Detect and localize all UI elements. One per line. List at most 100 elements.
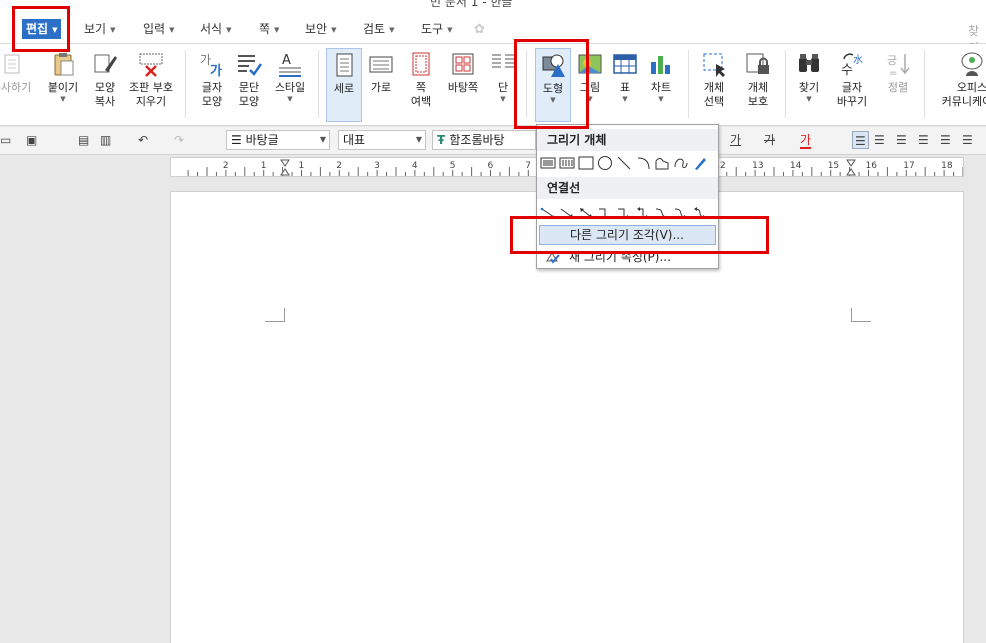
bar-chart-icon [651,56,670,74]
sort-button[interactable]: 긍 = 정렬 [880,48,916,122]
paragraph-style-icon: ☰ [231,133,246,147]
sort-icon: 긍= [887,54,910,78]
folder-icon[interactable]: ▭ [0,131,11,149]
style-button[interactable]: A 스타일 ▼ [270,48,310,122]
lock-icon [746,53,769,74]
table-button[interactable]: 표 ▼ [609,48,641,122]
menu-format[interactable]: 서식 ▼ [196,19,235,39]
portrait-page-icon [336,53,353,77]
split-align-icon[interactable]: ☰ [962,131,973,149]
binoculars-icon [799,54,819,72]
ruler-tick-label: 4 [412,161,418,171]
portrait-button[interactable]: 세로 [326,48,362,122]
curve-shape-icon[interactable] [673,155,689,171]
erase-marks-button[interactable]: 조판 부호 지우기 [124,48,178,122]
ruler-tick-label: 15 [828,161,839,171]
clipboard-icon [54,53,74,76]
style-select[interactable]: ☰ 바탕글 ▼ [226,130,330,150]
format-copy-button[interactable]: 모양 복사 [88,48,122,122]
menu-review[interactable]: 검토 ▼ [359,19,398,39]
highlight-more-shapes [510,216,769,254]
protect-object-button[interactable]: 개체 보호 [738,48,778,122]
menu-tools[interactable]: 도구 ▼ [417,19,456,39]
distribute-icon[interactable]: ☰ [940,131,951,149]
align-center-icon[interactable]: ☰ [896,131,907,149]
ruler-tick-label: 2 [223,161,229,171]
align-left-icon[interactable]: ☰ [874,131,885,149]
strikethrough-button[interactable]: 가 [764,131,775,149]
menu-page[interactable]: 쪽 ▼ [255,19,283,39]
menu-security[interactable]: 보안 ▼ [301,19,340,39]
table-icon [613,54,637,74]
ruler-tick-label: 1 [261,161,267,171]
menu-insert[interactable]: 입력 ▼ [139,19,178,39]
polygon-shape-icon[interactable] [654,155,670,171]
ruler-tick-label: 16 [866,161,878,171]
chevron-down-icon: ▼ [60,95,66,103]
ruler-tick-label: 5 [450,161,456,171]
office-communication-button[interactable]: 오피스 커뮤니케이션 [932,48,986,122]
chevron-down-icon: ▼ [806,95,812,103]
background-page-button[interactable]: 바탕쪽 [444,48,482,122]
chevron-down-icon: ▼ [622,95,628,103]
char-shape-icon: 가가 [200,53,222,78]
format-toolbar: ▭ ▣ ▤ ▥ ↶ ↷ ☰ 바탕글 ▼ 대표 ▼ Ŧ 함조롬바탕 가 가 가 ☰ ☰… [0,127,986,155]
puzzle-icon[interactable]: ✿ [474,22,485,37]
ruler-tick-label: 3 [374,161,380,171]
preview-icon[interactable]: ▥ [100,131,111,149]
chevron-down-icon: ▼ [500,95,506,103]
rectangle-shape-icon[interactable] [578,155,594,171]
para-shape-button[interactable]: 문단 모양 [232,48,266,122]
svg-text:水: 水 [853,54,863,66]
columns-icon [492,54,514,68]
char-shape-button[interactable]: 가가 글자 모양 [195,48,229,122]
copy-button[interactable]: 복사하기 [0,48,38,122]
chevron-down-icon: ▼ [447,26,453,34]
undo-icon[interactable]: ↶ [138,131,148,149]
chevron-down-icon: ▼ [658,95,664,103]
textbox-shape-icon[interactable] [540,155,556,171]
para-shape-icon [238,55,263,76]
chevron-down-icon: ▼ [319,135,326,144]
landscape-page-icon [369,56,393,73]
ruler-tick-label: 7 [525,161,531,171]
vertical-textbox-shape-icon[interactable] [559,155,575,171]
find-button[interactable]: 찾기 ▼ [792,48,826,122]
language-select[interactable]: 대표 ▼ [338,130,426,150]
print-icon[interactable]: ▤ [78,131,89,149]
chevron-down-icon: ▼ [110,26,116,34]
chevron-down-icon: ▼ [389,26,395,34]
background-page-icon [452,53,474,75]
select-object-button[interactable]: 개체 선택 [696,48,732,122]
page-margin-button[interactable]: 쪽 여백 [402,48,440,122]
underline-button[interactable]: 가 [730,131,741,149]
ruler-tick-label: 13 [752,161,763,171]
paste-button[interactable]: 붙이기 ▼ [44,48,82,122]
menu-bar: 편집▼ 보기▼ 입력▼ 서식▼ 쪽▼ 보안▼ 검토▼ 도구▼ ✿ 찾기 [0,12,986,55]
ruler-tick-label: 6 [488,161,494,171]
ruler-tick-label: 14 [790,161,802,171]
landscape-button[interactable]: 가로 [364,48,398,122]
freehand-shape-icon[interactable] [692,155,708,171]
chevron-down-icon: ▼ [226,26,232,34]
ellipse-shape-icon[interactable] [597,155,613,171]
font-color-button[interactable]: 가 [800,131,812,149]
align-justify-icon[interactable]: ☰ [852,131,869,149]
replace-button[interactable]: 수水 글자 바꾸기 [830,48,874,122]
chart-button[interactable]: 차트 ▼ [643,48,679,122]
ribbon-toolbar: 복사하기 붙이기 ▼ 모양 복사 조판 부호 지우기 가가 글자 모양 문단 모… [0,44,986,126]
indent-marker [846,159,856,176]
align-right-icon[interactable]: ☰ [918,131,929,149]
arc-shape-icon[interactable] [635,155,651,171]
highlight-edit-menu [12,6,70,52]
title-bar: 빈 문서 1 - 한글 [0,0,986,12]
drawing-object-row [540,155,708,171]
svg-text:=: = [889,68,897,78]
font-select[interactable]: Ŧ 함조롬바탕 [432,130,536,150]
chat-person-icon [961,52,983,76]
line-shape-icon[interactable] [616,155,632,171]
menu-view[interactable]: 보기 ▼ [80,19,119,39]
save-icon[interactable]: ▣ [26,131,37,149]
chevron-down-icon: ▼ [331,26,337,34]
redo-icon[interactable]: ↷ [174,131,184,149]
